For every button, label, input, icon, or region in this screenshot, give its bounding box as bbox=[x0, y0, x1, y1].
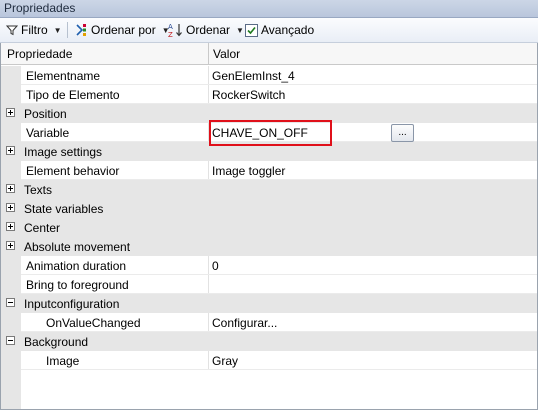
sort-label: Ordenar bbox=[186, 23, 231, 37]
expand-plus-icon[interactable] bbox=[6, 184, 15, 193]
property-value[interactable]: 0 bbox=[212, 259, 219, 273]
expand-plus-icon[interactable] bbox=[6, 108, 15, 117]
property-name: OnValueChanged bbox=[46, 316, 141, 330]
row-divider bbox=[208, 313, 209, 332]
category-name: Background bbox=[24, 335, 89, 349]
property-row-element-behavior[interactable]: Element behavior Image toggler bbox=[1, 161, 537, 180]
chevron-down-icon: ▼ bbox=[53, 25, 62, 35]
expand-plus-icon[interactable] bbox=[6, 146, 15, 155]
category-name: Texts bbox=[24, 183, 53, 197]
property-name: Element behavior bbox=[26, 164, 120, 178]
panel-title: Propriedades bbox=[4, 1, 76, 15]
category-row-absolute-movement[interactable]: Absolute movement bbox=[1, 237, 537, 256]
collapse-minus-icon[interactable] bbox=[6, 336, 15, 345]
toolbar: Filtro ▼ Ordenar por ▼ A Z Ordenar ▼ Ava… bbox=[0, 18, 538, 43]
sort-by-button[interactable]: Ordenar por ▼ bbox=[74, 21, 170, 39]
property-value[interactable]: RockerSwitch bbox=[212, 88, 285, 102]
property-row-image[interactable]: Image Gray bbox=[1, 351, 537, 370]
funnel-icon bbox=[6, 25, 18, 36]
property-name: Animation duration bbox=[26, 259, 127, 273]
svg-text:Z: Z bbox=[168, 31, 173, 38]
property-row-onvaluechanged[interactable]: OnValueChanged Configurar... bbox=[1, 313, 537, 332]
row-divider bbox=[208, 66, 209, 85]
column-divider[interactable] bbox=[208, 43, 209, 64]
row-gutter bbox=[1, 313, 21, 332]
category-name: Center bbox=[24, 221, 61, 235]
category-row-state-variables[interactable]: State variables bbox=[1, 199, 537, 218]
panel-title-bar: Propriedades bbox=[0, 0, 538, 18]
property-name: Tipo de Elemento bbox=[26, 88, 120, 102]
row-divider bbox=[208, 85, 209, 104]
toolbar-separator bbox=[67, 22, 68, 38]
property-name: Image bbox=[46, 354, 80, 368]
filter-button[interactable]: Filtro ▼ bbox=[6, 21, 62, 39]
column-header-property[interactable]: Propriedade bbox=[7, 47, 72, 61]
row-divider bbox=[208, 161, 209, 180]
category-row-inputconfiguration[interactable]: Inputconfiguration bbox=[1, 294, 537, 313]
property-value[interactable]: Image toggler bbox=[212, 164, 285, 178]
row-gutter bbox=[1, 161, 21, 180]
row-divider bbox=[208, 351, 209, 370]
property-name: Variable bbox=[26, 126, 70, 140]
grid-header: Propriedade Valor bbox=[1, 43, 537, 65]
row-line bbox=[21, 369, 537, 370]
row-gutter bbox=[1, 123, 21, 142]
property-name: Bring to foreground bbox=[26, 278, 129, 292]
property-row-elementname[interactable]: Elementname GenElemInst_4 bbox=[1, 66, 537, 85]
category-name: Absolute movement bbox=[24, 240, 131, 254]
row-gutter bbox=[1, 85, 21, 104]
row-gutter bbox=[1, 256, 21, 275]
svg-text:A: A bbox=[168, 23, 173, 31]
expand-plus-icon[interactable] bbox=[6, 222, 15, 231]
advanced-checkbox[interactable]: Avançado bbox=[245, 21, 314, 39]
property-row-tipo-de-elemento[interactable]: Tipo de Elemento RockerSwitch bbox=[1, 85, 537, 104]
category-row-background[interactable]: Background bbox=[1, 332, 537, 351]
category-name: Inputconfiguration bbox=[24, 297, 120, 311]
gutter-filler bbox=[1, 370, 21, 409]
property-name: Elementname bbox=[26, 69, 101, 83]
category-name: Image settings bbox=[24, 145, 103, 159]
expand-plus-icon[interactable] bbox=[6, 203, 15, 212]
property-value[interactable]: Gray bbox=[212, 354, 238, 368]
variable-highlight-box bbox=[209, 120, 332, 146]
property-row-animation-duration[interactable]: Animation duration 0 bbox=[1, 256, 537, 275]
chevron-down-icon: ▼ bbox=[236, 25, 244, 35]
property-row-bring-to-foreground[interactable]: Bring to foreground bbox=[1, 275, 537, 294]
category-name: Position bbox=[24, 107, 67, 121]
browse-button[interactable]: ... bbox=[391, 124, 414, 142]
category-name: State variables bbox=[24, 202, 104, 216]
expand-plus-icon[interactable] bbox=[6, 241, 15, 250]
advanced-label: Avançado bbox=[261, 23, 315, 37]
sort-by-icon bbox=[76, 24, 86, 36]
filter-label: Filtro bbox=[21, 23, 48, 37]
sort-button[interactable]: A Z Ordenar ▼ bbox=[168, 21, 244, 39]
property-grid: Propriedade Valor Elementname GenElemIns… bbox=[0, 43, 538, 410]
column-header-value[interactable]: Valor bbox=[213, 47, 240, 61]
row-divider bbox=[208, 275, 209, 294]
row-gutter bbox=[1, 275, 21, 294]
row-divider bbox=[208, 256, 209, 275]
sort-by-label: Ordenar por bbox=[91, 23, 156, 37]
checkbox-checked-icon bbox=[245, 23, 258, 37]
category-row-center[interactable]: Center bbox=[1, 218, 537, 237]
row-gutter bbox=[1, 351, 21, 370]
collapse-minus-icon[interactable] bbox=[6, 298, 15, 307]
row-gutter bbox=[1, 66, 21, 85]
category-row-texts[interactable]: Texts bbox=[1, 180, 537, 199]
sort-az-icon: A Z bbox=[168, 23, 182, 38]
property-value[interactable]: GenElemInst_4 bbox=[212, 69, 295, 83]
property-value[interactable]: Configurar... bbox=[212, 316, 277, 330]
